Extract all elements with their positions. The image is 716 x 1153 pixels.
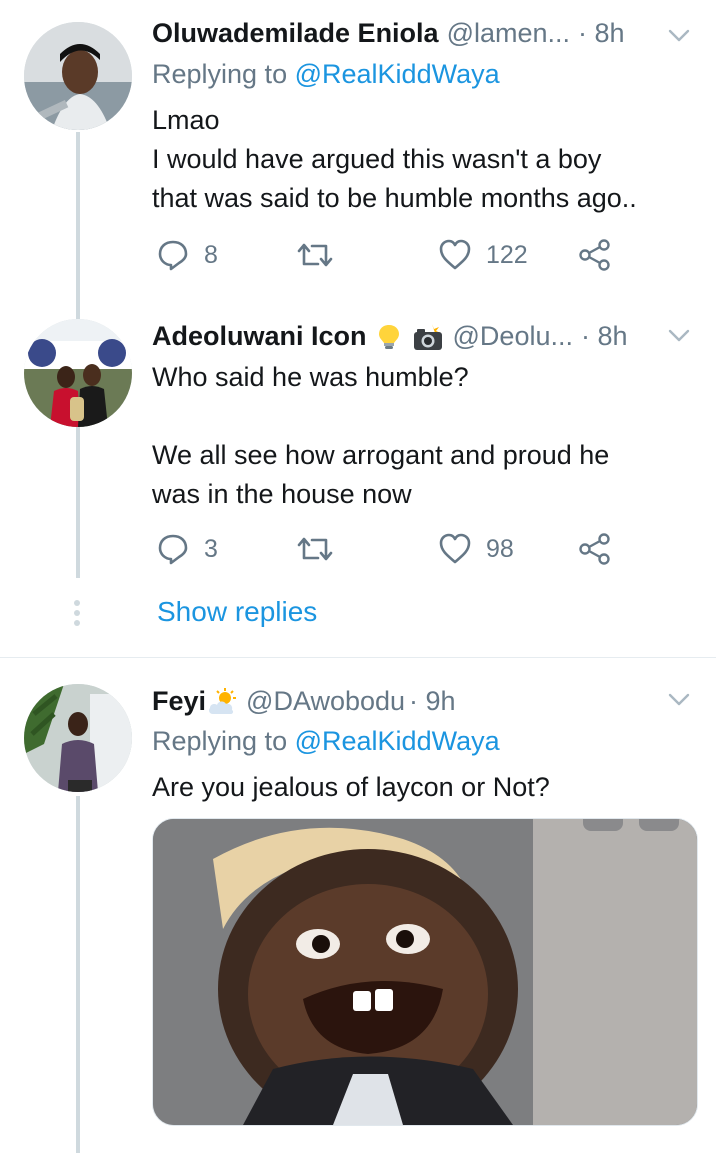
sun-behind-cloud-icon bbox=[209, 687, 237, 714]
display-name[interactable]: Feyi bbox=[152, 686, 206, 717]
reply-count: 3 bbox=[204, 534, 218, 563]
share-icon bbox=[579, 239, 610, 271]
replying-to-mention[interactable]: @RealKiddWaya bbox=[295, 59, 500, 89]
display-name[interactable]: Oluwademilade Eniola bbox=[152, 18, 439, 49]
retweet-icon bbox=[297, 243, 333, 267]
reply-button[interactable]: 8 bbox=[156, 238, 218, 272]
avatar[interactable] bbox=[24, 319, 132, 427]
tweet-text-line: We all see how arrogant and proud he bbox=[152, 440, 610, 470]
chevron-down-icon[interactable] bbox=[666, 22, 692, 48]
retweet-icon bbox=[297, 537, 333, 561]
light-bulb-icon bbox=[378, 324, 399, 349]
tweet-text: Lmao I would have argued this wasn't a b… bbox=[152, 101, 692, 218]
thread-dots bbox=[73, 600, 81, 630]
show-replies-link[interactable]: Show replies bbox=[157, 596, 317, 628]
replying-to-label: Replying to bbox=[152, 59, 288, 89]
retweet-button[interactable] bbox=[296, 532, 334, 566]
like-button[interactable]: 98 bbox=[438, 532, 514, 566]
replying-to-mention[interactable]: @RealKiddWaya bbox=[295, 726, 500, 756]
timestamp[interactable]: · 9h bbox=[409, 686, 456, 717]
reply-button[interactable]: 3 bbox=[156, 532, 218, 566]
display-name[interactable]: Adeoluwani Icon bbox=[152, 321, 367, 352]
tweet-text-line bbox=[152, 397, 692, 436]
user-handle[interactable]: @Deolu... bbox=[453, 321, 573, 352]
reply-icon bbox=[158, 240, 188, 271]
user-handle[interactable]: @DAwobodu bbox=[246, 686, 405, 717]
chevron-down-icon[interactable] bbox=[666, 686, 692, 712]
tweet-header: Adeoluwani Icon @Deolu... · 8h bbox=[152, 321, 628, 352]
share-button[interactable] bbox=[578, 532, 612, 566]
timestamp[interactable]: · 8h bbox=[578, 18, 625, 49]
tweet-text-line: Who said he was humble? bbox=[152, 362, 469, 392]
timestamp[interactable]: · 8h bbox=[581, 321, 628, 352]
like-count: 98 bbox=[486, 534, 514, 563]
tweet-text-line: that was said to be humble months ago.. bbox=[152, 183, 637, 213]
replying-to: Replying to @RealKiddWaya bbox=[152, 59, 500, 90]
like-button[interactable]: 122 bbox=[438, 238, 528, 272]
avatar[interactable] bbox=[24, 22, 132, 130]
tweet-text-line: I would have argued this wasn't a boy bbox=[152, 144, 602, 174]
tweet-text-line: Are you jealous of laycon or Not? bbox=[152, 772, 550, 802]
camera-flash-icon bbox=[413, 323, 442, 350]
tweet-header: Oluwademilade Eniola @lamen... · 8h bbox=[152, 18, 625, 49]
user-handle[interactable]: @lamen... bbox=[447, 18, 570, 49]
retweet-button[interactable] bbox=[296, 238, 334, 272]
heart-icon bbox=[439, 533, 471, 564]
tweet-actions-partial bbox=[152, 1142, 712, 1153]
tweet-text: Who said he was humble? We all see how a… bbox=[152, 358, 692, 514]
replying-to: Replying to @RealKiddWaya bbox=[152, 726, 500, 757]
share-icon bbox=[579, 533, 610, 565]
divider bbox=[0, 657, 716, 658]
reply-count: 8 bbox=[204, 240, 218, 269]
heart-icon bbox=[439, 239, 471, 270]
tweet-header: Feyi @DAwobodu · 9h bbox=[152, 686, 456, 717]
tweet-text-line: was in the house now bbox=[152, 479, 412, 509]
thread-line bbox=[76, 796, 80, 1153]
like-count: 122 bbox=[486, 240, 528, 269]
replying-to-label: Replying to bbox=[152, 726, 288, 756]
share-button[interactable] bbox=[578, 238, 612, 272]
reply-icon bbox=[158, 534, 188, 565]
tweet-text: Are you jealous of laycon or Not? bbox=[152, 768, 692, 807]
tweet-media-image[interactable] bbox=[152, 818, 698, 1126]
avatar[interactable] bbox=[24, 684, 132, 792]
chevron-down-icon[interactable] bbox=[666, 322, 692, 348]
tweet-text-line: Lmao bbox=[152, 105, 220, 135]
